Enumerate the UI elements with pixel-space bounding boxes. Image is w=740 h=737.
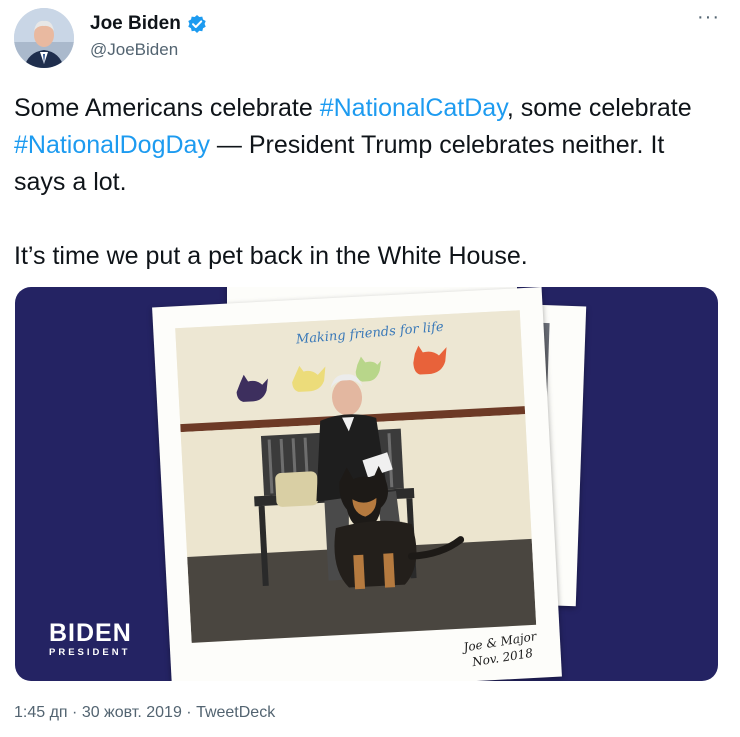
logo-main-text: BIDEN xyxy=(49,619,132,647)
tweet-text: Some Americans celebrate #NationalCatDay… xyxy=(14,90,694,275)
logo-sub-text: PRESIDENT xyxy=(49,647,131,658)
meta-separator: · xyxy=(67,704,82,721)
hashtag-national-dog-day[interactable]: #NationalDogDay xyxy=(14,131,210,159)
polaroid-photo: Making friends for life Joe & Major Nov.… xyxy=(152,287,562,681)
tweet-date[interactable]: 30 жовт. 2019 xyxy=(82,704,182,721)
author-name-row: Joe Biden xyxy=(90,13,207,35)
tweet: Joe Biden @JoeBiden ··· Some Americans c… xyxy=(0,0,740,737)
author-handle[interactable]: @JoeBiden xyxy=(90,40,178,60)
photo-illustration xyxy=(236,345,465,590)
meta-separator: · xyxy=(181,704,197,721)
biden-president-logo: BIDEN PRESIDENT xyxy=(49,619,132,659)
text-segment: , some celebrate xyxy=(506,94,692,122)
tweet-media-image[interactable]: Making friends for life Joe & Major Nov.… xyxy=(15,287,718,681)
tweet-time[interactable]: 1:45 дп xyxy=(14,704,68,721)
tweet-meta: 1:45 дп · 30 жовт. 2019 · TweetDeck xyxy=(14,704,275,722)
photo-scene: Making friends for life xyxy=(175,310,537,643)
display-name[interactable]: Joe Biden xyxy=(90,13,181,35)
tweet-source[interactable]: TweetDeck xyxy=(196,704,275,721)
polaroid-caption: Joe & Major Nov. 2018 xyxy=(463,628,541,671)
hashtag-national-cat-day[interactable]: #NationalCatDay xyxy=(320,94,507,122)
text-segment: Some Americans celebrate xyxy=(14,94,320,122)
tweet-paragraph-1: Some Americans celebrate #NationalCatDay… xyxy=(14,90,694,201)
avatar[interactable] xyxy=(14,8,74,68)
tweet-paragraph-2: It’s time we put a pet back in the White… xyxy=(14,242,528,270)
verified-badge-icon xyxy=(187,14,207,34)
more-options-icon[interactable]: ··· xyxy=(697,6,720,29)
